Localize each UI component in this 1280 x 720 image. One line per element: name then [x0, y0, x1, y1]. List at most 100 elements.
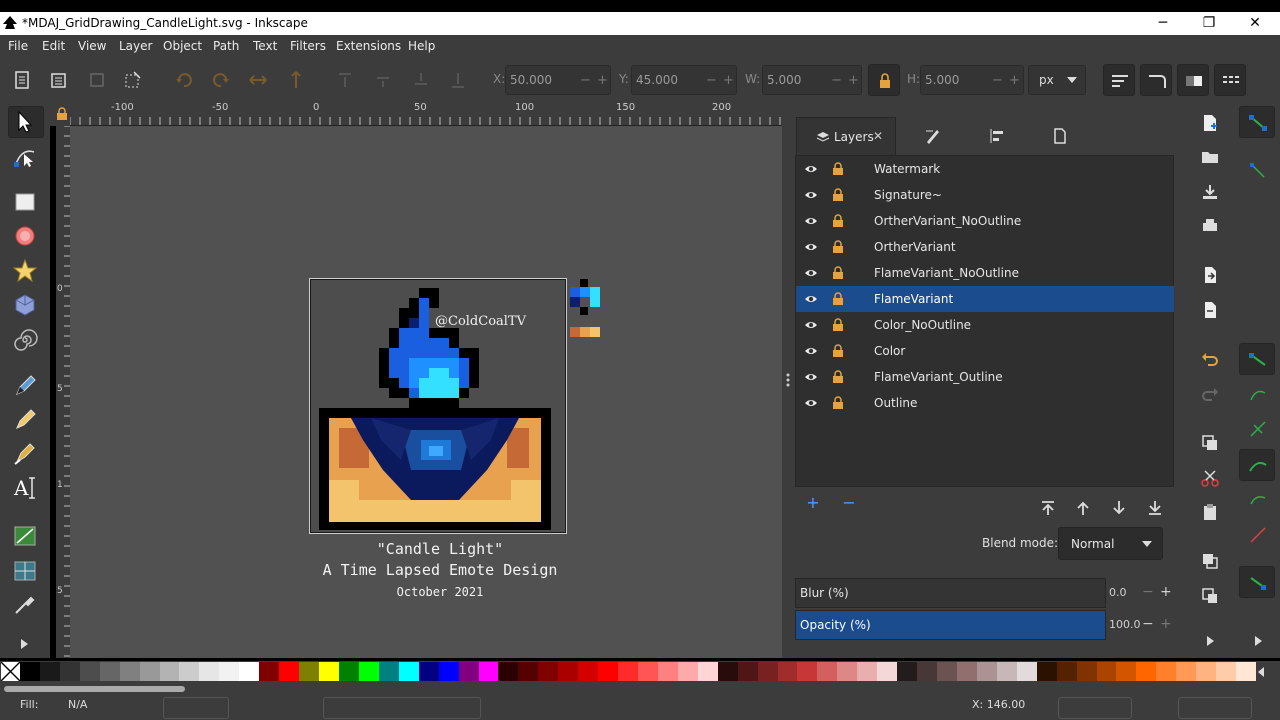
horizontal-ruler[interactable]: -100 -50 0 50 100 150 200 [70, 101, 782, 126]
visibility-eye-icon[interactable] [804, 370, 818, 384]
color-swatch[interactable] [598, 662, 619, 681]
visibility-eye-icon[interactable] [804, 292, 818, 306]
color-swatch[interactable] [677, 662, 698, 681]
w-decrement-button[interactable]: − [831, 73, 842, 88]
flip-horizontal-icon[interactable] [247, 69, 269, 91]
close-tab-button[interactable]: ✕ [873, 129, 883, 143]
snap-perpendicular-icon[interactable] [1248, 525, 1268, 545]
scale-stroke-button[interactable] [1103, 64, 1135, 96]
dock-splitter[interactable] [782, 101, 794, 658]
flip-vertical-icon[interactable] [285, 69, 307, 91]
color-swatch[interactable] [20, 662, 40, 681]
color-swatch[interactable] [1196, 662, 1217, 681]
horizontal-scrollbar[interactable] [0, 683, 1280, 695]
layer-raise-icon[interactable] [1071, 497, 1095, 519]
menu-layer[interactable]: Layer [119, 39, 152, 53]
minimize-button[interactable]: ─ [1140, 12, 1186, 35]
y-input[interactable]: 45.000 [631, 65, 737, 95]
layers-list[interactable]: Watermark Signature~ OrtherVariant_NoOutli… [795, 155, 1174, 487]
layer-row[interactable]: Outline [796, 390, 1174, 416]
layer-row[interactable]: Color_NoOutline [796, 312, 1174, 338]
raise-icon[interactable] [372, 69, 394, 91]
opacity-increment-button[interactable]: + [1160, 616, 1172, 632]
save-icon[interactable] [1200, 182, 1220, 202]
menu-filters[interactable]: Filters [290, 39, 326, 53]
lock-icon[interactable] [832, 344, 844, 358]
scrollbar-thumb[interactable] [4, 686, 185, 692]
deselect-icon[interactable] [86, 69, 108, 91]
cut-icon[interactable] [1200, 468, 1220, 488]
menu-text[interactable]: Text [253, 39, 277, 53]
rotate-ccw-icon[interactable] [173, 69, 195, 91]
layer-row[interactable]: Color [796, 338, 1174, 364]
lock-ratio-button[interactable] [868, 64, 900, 96]
snap-smooth-button[interactable] [1239, 449, 1275, 481]
3d-box-tool-icon[interactable] [12, 292, 38, 318]
menu-view[interactable]: View [78, 39, 106, 53]
color-swatch[interactable] [418, 662, 439, 681]
more-snap-arrow-icon[interactable] [1252, 631, 1266, 651]
ellipse-tool-icon[interactable] [12, 223, 38, 249]
zoom-field[interactable] [1058, 697, 1132, 719]
layer-row[interactable]: FlameVariant_Outline [796, 364, 1174, 390]
color-swatch[interactable] [179, 662, 200, 681]
color-swatch[interactable] [518, 662, 539, 681]
w-increment-button[interactable]: + [848, 73, 859, 88]
y-increment-button[interactable]: + [723, 73, 734, 88]
copy-icon[interactable] [1200, 433, 1220, 453]
color-swatch[interactable] [558, 662, 579, 681]
color-swatch[interactable] [319, 662, 340, 681]
color-swatch[interactable] [99, 662, 120, 681]
layer-row[interactable]: Signature~ [796, 182, 1174, 208]
snap-page-button[interactable] [1239, 566, 1275, 598]
unit-select[interactable]: px [1028, 65, 1086, 95]
menu-path[interactable]: Path [213, 39, 239, 53]
color-swatch[interactable] [857, 662, 878, 681]
color-swatch[interactable] [937, 662, 958, 681]
add-layer-button[interactable]: + [801, 493, 825, 515]
redo-icon[interactable] [1200, 384, 1220, 404]
remove-layer-button[interactable]: − [837, 493, 861, 515]
color-swatch[interactable] [119, 662, 140, 681]
color-swatch[interactable] [1176, 662, 1197, 681]
x-input[interactable]: 50.000 [505, 65, 611, 95]
lower-icon[interactable] [410, 69, 432, 91]
opacity-value[interactable]: 100.0 [1109, 618, 1141, 631]
more-commands-arrow-icon[interactable] [1204, 631, 1218, 651]
color-swatch[interactable] [1016, 662, 1037, 681]
visibility-eye-icon[interactable] [804, 240, 818, 254]
lock-icon[interactable] [832, 396, 844, 410]
color-swatch[interactable] [79, 662, 100, 681]
visibility-eye-icon[interactable] [804, 396, 818, 410]
color-swatch[interactable] [378, 662, 399, 681]
tab-layers[interactable]: Layers ✕ [796, 117, 896, 155]
menu-object[interactable]: Object [163, 39, 202, 53]
x-increment-button[interactable]: + [597, 73, 608, 88]
more-tools-arrow-icon[interactable] [18, 631, 32, 657]
color-swatch[interactable] [398, 662, 419, 681]
visibility-eye-icon[interactable] [804, 214, 818, 228]
color-swatch[interactable] [59, 662, 80, 681]
color-swatch[interactable] [1056, 662, 1077, 681]
layer-row[interactable]: Watermark [796, 156, 1174, 182]
layer-row[interactable]: OrtherVariant [796, 234, 1174, 260]
lower-to-bottom-icon[interactable] [447, 69, 469, 91]
color-swatch[interactable] [578, 662, 599, 681]
close-window-button[interactable]: ✕ [1232, 12, 1278, 35]
calligraphy-tool-icon[interactable] [12, 441, 38, 467]
blend-mode-select[interactable]: Normal [1058, 527, 1163, 560]
color-swatch[interactable] [817, 662, 838, 681]
color-swatch[interactable] [618, 662, 639, 681]
color-swatch[interactable] [1236, 662, 1257, 681]
color-swatch[interactable] [259, 662, 280, 681]
rotation-field[interactable] [1178, 697, 1252, 719]
align-tab-icon[interactable] [987, 127, 1005, 145]
color-swatch[interactable] [478, 662, 499, 681]
color-swatch[interactable] [777, 662, 798, 681]
snap-bbox-icon[interactable] [1248, 161, 1268, 181]
color-swatch[interactable] [199, 662, 220, 681]
selector-tool-icon[interactable] [12, 109, 38, 135]
spiral-tool-icon[interactable] [12, 327, 38, 353]
export-icon[interactable] [1200, 300, 1220, 320]
color-swatch[interactable] [498, 662, 519, 681]
